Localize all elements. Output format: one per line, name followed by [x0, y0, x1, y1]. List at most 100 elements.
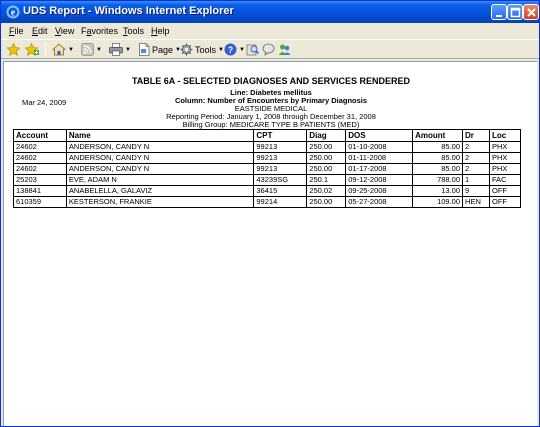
- cell-cpt: 99213: [253, 163, 308, 175]
- cell-dos: 01-17-2008: [345, 163, 414, 175]
- cell-cpt: 99213: [253, 141, 308, 153]
- cell-dos: 09-25-2008: [345, 185, 414, 197]
- encounters-table: Account Name CPT Diag DOS Amount Dr Loc …: [13, 129, 521, 208]
- cell-dos: 09-12-2008: [345, 174, 414, 186]
- help-dropdown-icon[interactable]: ▼: [239, 47, 245, 53]
- minimize-button[interactable]: [491, 4, 507, 20]
- discuss-button[interactable]: [278, 42, 291, 57]
- menu-view[interactable]: View: [55, 26, 74, 36]
- cell-amount: 85.00: [412, 141, 464, 153]
- research-button[interactable]: [246, 42, 259, 57]
- feeds-button[interactable]: ▼: [81, 42, 102, 57]
- page-icon: [139, 43, 150, 56]
- cell-name: ANABELELLA, GALAVIZ: [65, 185, 255, 197]
- menu-bar: File Edit View Favorites Tools Help: [1, 23, 539, 39]
- help-icon: ?: [224, 43, 237, 56]
- messenger-icon: [262, 43, 275, 56]
- cell-cpt: 99213: [253, 152, 308, 164]
- cell-account: 24602: [13, 152, 67, 164]
- table-row: 24602 ANDERSON, CANDY N 99213 250.00 01-…: [13, 163, 521, 175]
- page-menu-label: Page: [152, 44, 174, 55]
- cell-loc: OFF: [489, 196, 521, 208]
- table-row: 138841 ANABELELLA, GALAVIZ 36415 250.02 …: [13, 185, 521, 197]
- cell-account: 25203: [13, 174, 67, 186]
- add-favorite-icon: [25, 43, 39, 56]
- cell-name: ANDERSON, CANDY N: [65, 163, 255, 175]
- feeds-dropdown-icon[interactable]: ▼: [96, 47, 102, 53]
- cell-diag: 250.02: [306, 185, 347, 197]
- cell-name: EVE, ADAM N: [65, 174, 255, 186]
- cell-dr: 2: [462, 163, 490, 175]
- cell-name: KESTERSON, FRANKIE: [65, 196, 255, 208]
- column-header-dos: DOS: [345, 129, 414, 142]
- cell-dr: HEN: [462, 196, 490, 208]
- cell-account: 138841: [13, 185, 67, 197]
- column-header-name: Name: [65, 129, 255, 142]
- messenger-button[interactable]: [262, 42, 275, 57]
- tools-menu-label: Tools: [195, 44, 217, 55]
- print-dropdown-icon[interactable]: ▼: [125, 47, 131, 53]
- column-header-account: Account: [13, 129, 67, 142]
- cell-amount: 13.00: [412, 185, 464, 197]
- cell-dr: 2: [462, 141, 490, 153]
- menu-file[interactable]: File: [9, 26, 24, 36]
- add-favorites-button[interactable]: [25, 42, 39, 57]
- cell-loc: PHX: [489, 141, 521, 153]
- rss-feed-icon: [81, 43, 94, 56]
- cell-dos: 01-11-2008: [345, 152, 414, 164]
- menu-help[interactable]: Help: [151, 26, 170, 36]
- gear-icon: [180, 43, 193, 56]
- cell-name: ANDERSON, CANDY N: [65, 141, 255, 153]
- column-header-loc: Loc: [489, 129, 521, 142]
- close-button[interactable]: [523, 4, 539, 20]
- cell-loc: FAC: [489, 174, 521, 186]
- menu-favorites[interactable]: Favorites: [81, 26, 118, 36]
- help-button[interactable]: ? ▼: [224, 42, 245, 57]
- svg-text:e: e: [11, 8, 16, 19]
- favorites-star-icon: [7, 43, 20, 56]
- menu-tools[interactable]: Tools: [123, 26, 144, 36]
- tools-menu-button[interactable]: Tools ▼: [180, 42, 224, 57]
- cell-name: ANDERSON, CANDY N: [65, 152, 255, 164]
- cell-loc: OFF: [489, 185, 521, 197]
- command-bar: ▼ ▼ ▼ Page ▼ Tools ▼ ? ▼: [1, 39, 539, 59]
- title-bar[interactable]: e UDS Report - Windows Internet Explorer: [1, 1, 539, 23]
- table-row: 610359 KESTERSON, FRANKIE 99214 250.00 0…: [13, 196, 521, 208]
- table-row: 24602 ANDERSON, CANDY N 99213 250.00 01-…: [13, 141, 521, 153]
- report-billing-group: Billing Group: MEDICARE TYPE B PATIENTS …: [182, 120, 360, 129]
- home-button[interactable]: ▼: [52, 42, 74, 57]
- cell-account: 24602: [13, 163, 67, 175]
- menu-edit[interactable]: Edit: [32, 26, 48, 36]
- table-row: 25203 EVE, ADAM N 43239SG 250.1 09-12-20…: [13, 174, 521, 186]
- cell-diag: 250.1: [306, 174, 347, 186]
- table-header-row: Account Name CPT Diag DOS Amount Dr Loc: [13, 129, 521, 142]
- window-title: UDS Report - Windows Internet Explorer: [23, 5, 234, 17]
- cell-account: 24602: [13, 141, 67, 153]
- favorites-center-button[interactable]: [7, 42, 20, 57]
- cell-loc: PHX: [489, 163, 521, 175]
- maximize-button[interactable]: [507, 4, 523, 20]
- toolbar-separator: [45, 43, 46, 56]
- cell-amount: 85.00: [412, 152, 464, 164]
- cell-dr: 9: [462, 185, 490, 197]
- column-header-diag: Diag: [306, 129, 347, 142]
- cell-diag: 250.00: [306, 163, 347, 175]
- cell-loc: PHX: [489, 152, 521, 164]
- cell-diag: 250.00: [306, 196, 347, 208]
- cell-dr: 2: [462, 152, 490, 164]
- browser-window: e UDS Report - Windows Internet Explorer…: [0, 0, 540, 427]
- column-header-amount: Amount: [412, 129, 464, 142]
- print-button[interactable]: ▼: [109, 42, 131, 57]
- cell-dr: 1: [462, 174, 490, 186]
- report-title: TABLE 6A - SELECTED DIAGNOSES AND SERVIC…: [131, 76, 411, 86]
- cell-dos: 01-10-2008: [345, 141, 414, 153]
- home-dropdown-icon[interactable]: ▼: [68, 47, 74, 53]
- svg-text:?: ?: [228, 45, 234, 55]
- cell-account: 610359: [13, 196, 67, 208]
- cell-diag: 250.00: [306, 141, 347, 153]
- report-content: TABLE 6A - SELECTED DIAGNOSES AND SERVIC…: [3, 61, 537, 426]
- cell-cpt: 99214: [253, 196, 308, 208]
- report-date: Mar 24, 2009: [22, 98, 67, 107]
- page-menu-button[interactable]: Page ▼: [138, 42, 181, 57]
- internet-explorer-icon: e: [6, 5, 20, 19]
